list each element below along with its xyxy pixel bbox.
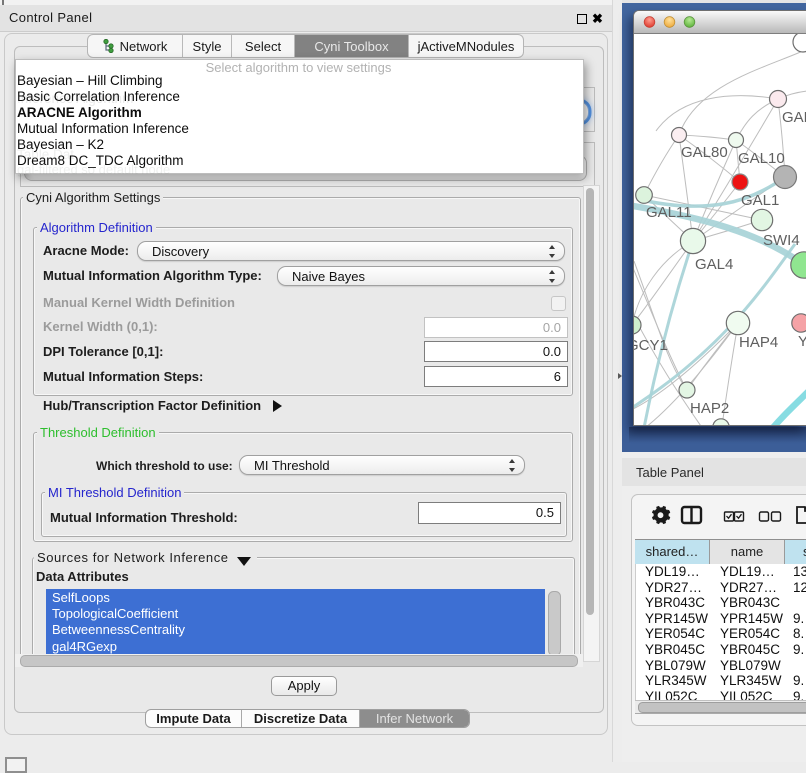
svg-text:GAL7: GAL7 bbox=[782, 109, 806, 126]
svg-text:GAL1: GAL1 bbox=[741, 192, 779, 209]
svg-text:SWI4: SWI4 bbox=[763, 232, 800, 249]
svg-text:Y: Y bbox=[798, 333, 806, 350]
svg-text:GAL10: GAL10 bbox=[738, 150, 785, 167]
svg-text:HAP4: HAP4 bbox=[739, 334, 778, 351]
svg-text:GAL11: GAL11 bbox=[646, 204, 692, 221]
svg-text:GAL80: GAL80 bbox=[681, 144, 728, 161]
svg-text:HAP2: HAP2 bbox=[690, 400, 729, 417]
svg-text:GAL4: GAL4 bbox=[695, 256, 733, 273]
svg-text:GCY1: GCY1 bbox=[634, 337, 668, 354]
